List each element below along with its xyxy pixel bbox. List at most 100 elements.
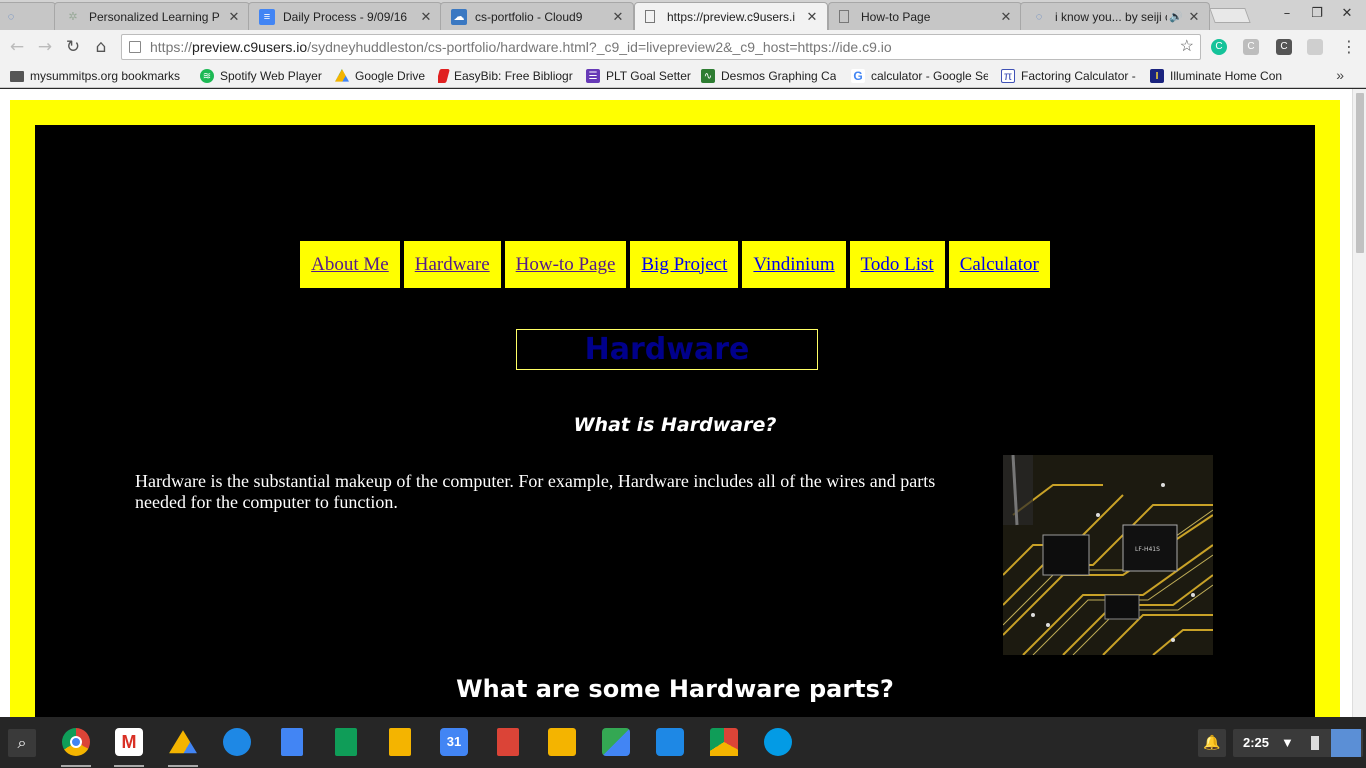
keep-icon[interactable] [548, 728, 576, 756]
nav-link-big-project[interactable]: Big Project [630, 241, 739, 288]
more-bookmarks-icon[interactable]: » [1336, 67, 1344, 83]
close-icon[interactable]: ✕ [1187, 9, 1201, 25]
calendar-icon[interactable]: 31 [440, 728, 468, 756]
maps-icon[interactable] [602, 728, 630, 756]
status-tray[interactable]: 2:25 ▼ [1233, 729, 1363, 757]
address-bar[interactable]: https://preview.c9users.io/sydneyhuddles… [121, 34, 1201, 60]
tab-daily-process[interactable]: ≡ Daily Process - 9/09/16 ✕ [248, 2, 442, 30]
new-tab-button[interactable] [1209, 8, 1251, 23]
tab-music[interactable]: ◌ i know you... by seiji c 🔊 ✕ [1020, 2, 1210, 30]
toolbar: ← → ↻ ⌂ https://preview.c9users.io/sydne… [0, 30, 1366, 64]
bookmark-label: PLT Goal Setter [606, 69, 691, 83]
illuminate-icon: I [1150, 69, 1164, 83]
spinner-icon: ◌ [1035, 10, 1043, 23]
restore-icon[interactable]: ❐ [1306, 4, 1328, 24]
bookmark-label: mysummitps.org bookmarks [30, 69, 181, 83]
drive-icon[interactable] [169, 730, 197, 754]
tab-title: How-to Page [861, 9, 931, 24]
bookmark-label: Spotify Web Player [220, 69, 322, 83]
speaker-icon[interactable]: 🔊 [1169, 10, 1183, 23]
sheets-icon[interactable] [335, 728, 357, 756]
bookmark-illuminate[interactable]: I Illuminate Home Con [1150, 67, 1287, 85]
tab-title: https://preview.c9users.i [667, 9, 796, 24]
nav-link-about-me[interactable]: About Me [300, 241, 400, 288]
wifi-icon: ▼ [1281, 735, 1294, 750]
nav-link-vindinium[interactable]: Vindinium [742, 241, 846, 288]
docs-icon[interactable] [281, 728, 303, 756]
bookmark-google-calculator[interactable]: G calculator - Google Se [851, 67, 988, 85]
spotify-icon: ≋ [200, 69, 214, 83]
tab-title: i know you... by seiji c [1055, 9, 1168, 24]
page-info-icon[interactable] [129, 41, 141, 53]
nav-link-calculator[interactable]: Calculator [948, 241, 1050, 288]
bookmark-easybib[interactable]: EasyBib: Free Bibliogr [438, 67, 573, 85]
pdf-icon[interactable] [497, 728, 519, 756]
reload-icon[interactable]: ↻ [62, 36, 84, 58]
back-icon[interactable]: ← [6, 36, 28, 58]
drive-icon [335, 69, 349, 82]
bookmark-label: Desmos Graphing Ca [721, 69, 836, 83]
slides-icon[interactable] [389, 728, 411, 756]
url-scheme: https:// [150, 39, 193, 55]
tab-partial[interactable]: ◌ [0, 2, 56, 30]
extension-c-dark-icon[interactable]: C [1276, 39, 1292, 55]
bookmarks-bar: mysummitps.org bookmarks ≋ Spotify Web P… [0, 64, 1366, 88]
section-heading: What are some Hardware parts? [456, 675, 894, 703]
close-icon[interactable]: ✕ [419, 9, 433, 25]
bookmark-google-drive[interactable]: Google Drive [335, 67, 425, 85]
cloud9-icon: ☁ [451, 8, 467, 25]
menu-icon[interactable]: ⋮ [1338, 36, 1360, 58]
chrome-store-icon[interactable] [710, 728, 738, 756]
nav-link-todo-list[interactable]: Todo List [849, 241, 945, 288]
bookmark-label: Google Drive [355, 69, 426, 83]
notification-bell-icon[interactable]: 🔔 [1198, 729, 1226, 757]
google-icon: G [851, 69, 865, 83]
bookmark-folder[interactable]: mysummitps.org bookmarks [10, 67, 180, 85]
close-icon[interactable]: ✕ [227, 9, 241, 25]
bookmark-plt-goal-setter[interactable]: ☰ PLT Goal Setter [586, 67, 691, 85]
tab-title: cs-portfolio - Cloud9 [475, 9, 583, 24]
nav-link-hardware[interactable]: Hardware [403, 241, 501, 288]
extension-c-icon[interactable]: C [1243, 39, 1259, 55]
running-indicator [168, 765, 198, 767]
tab-personalized-learning[interactable]: ✲ Personalized Learning P ✕ [54, 2, 250, 30]
window-close-icon[interactable]: ✕ [1336, 4, 1358, 24]
close-icon[interactable]: ✕ [999, 9, 1013, 25]
tab-strip: ◌ ✲ Personalized Learning P ✕ ≡ Daily Pr… [0, 0, 1366, 30]
nav-link-how-to-page[interactable]: How-to Page [504, 241, 627, 288]
forward-icon[interactable]: → [34, 36, 56, 58]
bookmark-spotify[interactable]: ≋ Spotify Web Player [200, 67, 322, 85]
battery-icon [1311, 736, 1319, 750]
circuit-board-image: LF-H41S [1003, 455, 1213, 655]
bookmark-desmos[interactable]: ∿ Desmos Graphing Ca [701, 67, 836, 85]
tab-title: Personalized Learning P [89, 9, 220, 24]
extension-copy-icon[interactable] [1307, 39, 1323, 55]
grammarly-icon[interactable]: C [1211, 39, 1227, 55]
minimize-icon[interactable]: – [1276, 4, 1298, 24]
scrollbar-thumb[interactable] [1356, 93, 1364, 253]
subheading: What is Hardware? [573, 414, 777, 436]
bookmark-label: calculator - Google Se [871, 69, 988, 83]
close-icon[interactable]: ✕ [611, 9, 625, 25]
site-nav: About Me Hardware How-to Page Big Projec… [35, 241, 1315, 288]
close-icon[interactable]: ✕ [805, 9, 819, 25]
camera-icon[interactable] [764, 728, 792, 756]
easybib-icon [438, 69, 450, 83]
tab-cloud9[interactable]: ☁ cs-portfolio - Cloud9 ✕ [440, 2, 634, 30]
home-icon[interactable]: ⌂ [90, 36, 112, 58]
page-scrollbar[interactable] [1352, 89, 1366, 717]
desmos-icon: ∿ [701, 69, 715, 83]
launcher-search-icon[interactable]: ⌕ [8, 729, 36, 757]
gmail-icon[interactable]: M [115, 728, 143, 756]
page-icon [839, 10, 849, 23]
chrome-icon[interactable] [62, 728, 90, 756]
bookmark-factoring-calculator[interactable]: π Factoring Calculator - [1001, 67, 1138, 85]
tab-how-to-page[interactable]: How-to Page ✕ [828, 2, 1022, 30]
bookmark-star-icon[interactable]: ☆ [1180, 35, 1194, 59]
files-icon[interactable] [223, 728, 251, 756]
page-icon [645, 10, 655, 23]
classroom-icon[interactable] [656, 728, 684, 756]
circuit-board-illustration: LF-H41S [1003, 455, 1213, 655]
page-title: Hardware [516, 329, 818, 370]
tab-preview-active[interactable]: https://preview.c9users.i ✕ [634, 2, 828, 30]
